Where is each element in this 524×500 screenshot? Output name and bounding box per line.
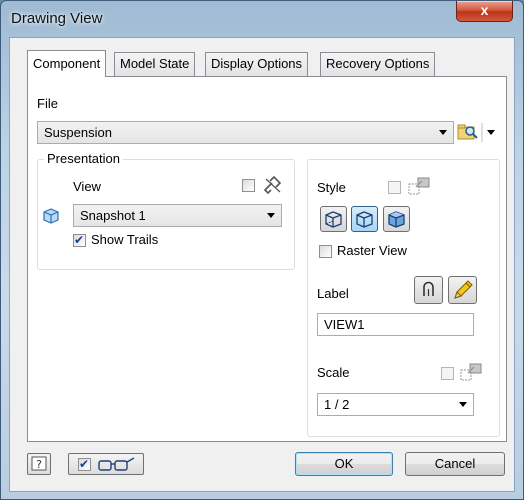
hidden-line-cube-icon <box>325 211 342 228</box>
close-button[interactable]: x <box>456 1 513 22</box>
scale-from-base-checkbox[interactable] <box>441 367 454 380</box>
presentation-cube-icon <box>43 208 59 224</box>
view-label-input[interactable]: VIEW1 <box>317 313 474 336</box>
raster-view-checkbox[interactable] <box>319 245 332 258</box>
view-label-value: VIEW1 <box>324 317 365 332</box>
scale-dropdown[interactable]: 1 / 2 <box>317 393 474 416</box>
raster-view-label: Raster View <box>337 243 407 258</box>
window-title: Drawing View <box>11 10 103 27</box>
help-button[interactable]: ? <box>27 453 51 475</box>
title-bar[interactable]: Drawing View x <box>1 1 523 37</box>
hidden-line-removed-cube-icon <box>356 211 373 228</box>
view-label: View <box>73 179 101 194</box>
tab-component[interactable]: Component <box>27 50 107 77</box>
view-value: Snapshot 1 <box>80 208 146 223</box>
show-trails-checkbox[interactable] <box>73 233 86 247</box>
open-file-icon <box>457 123 495 142</box>
preview-checkbox[interactable] <box>78 457 91 471</box>
scale-label: Scale <box>317 365 350 380</box>
ok-label: OK <box>334 456 354 471</box>
file-browse-button[interactable] <box>456 120 500 145</box>
style-from-base-checkbox[interactable] <box>388 181 401 194</box>
tab-label: Display Options <box>211 56 303 71</box>
label-visibility-icon <box>423 281 434 296</box>
file-dropdown[interactable]: Suspension <box>37 121 454 144</box>
style-hidden-line-removed-button[interactable] <box>351 206 378 232</box>
preview-toggle-button[interactable] <box>68 453 144 475</box>
dialog-window: Drawing View x Component Model State Dis… <box>0 0 524 500</box>
view-associative-checkbox[interactable] <box>242 179 255 192</box>
glasses-icon <box>98 457 135 471</box>
tab-model-state[interactable]: Model State <box>114 52 196 76</box>
shaded-cube-icon <box>388 211 405 228</box>
chevron-down-icon <box>439 130 447 135</box>
chevron-down-icon <box>267 213 275 218</box>
ok-button[interactable]: OK <box>295 452 393 476</box>
show-trails-label: Show Trails <box>91 232 159 247</box>
style-from-base-icon <box>408 177 430 195</box>
help-icon: ? <box>31 456 47 471</box>
tab-label: Recovery Options <box>326 56 430 71</box>
chevron-down-icon <box>459 402 467 407</box>
tab-label: Component <box>33 56 101 71</box>
tab-display-options[interactable]: Display Options <box>205 52 309 76</box>
scale-value: 1 / 2 <box>324 397 350 412</box>
cancel-button[interactable]: Cancel <box>405 452 505 476</box>
tab-panel-component: File Suspension Presentation View Snapsh… <box>27 76 507 442</box>
file-label: File <box>37 96 58 111</box>
label-visibility-button[interactable] <box>414 276 443 304</box>
view-dropdown[interactable]: Snapshot 1 <box>73 204 282 227</box>
associative-link-icon <box>263 175 282 195</box>
style-shaded-button[interactable] <box>383 206 410 232</box>
file-value: Suspension <box>44 125 112 140</box>
edit-view-label-button[interactable] <box>448 276 477 304</box>
tab-recovery-options[interactable]: Recovery Options <box>320 52 436 76</box>
svg-text:?: ? <box>36 458 42 471</box>
style-hidden-line-button[interactable] <box>320 206 347 232</box>
close-icon: x <box>480 2 489 18</box>
label-label: Label <box>317 286 349 301</box>
dialog-client-area: Component Model State Display Options Re… <box>9 37 515 492</box>
pencil-icon <box>454 280 473 299</box>
cancel-label: Cancel <box>434 456 476 471</box>
presentation-group-label: Presentation <box>44 151 123 166</box>
tab-label: Model State <box>120 56 190 71</box>
style-label: Style <box>317 180 346 195</box>
scale-from-base-icon <box>460 363 482 381</box>
